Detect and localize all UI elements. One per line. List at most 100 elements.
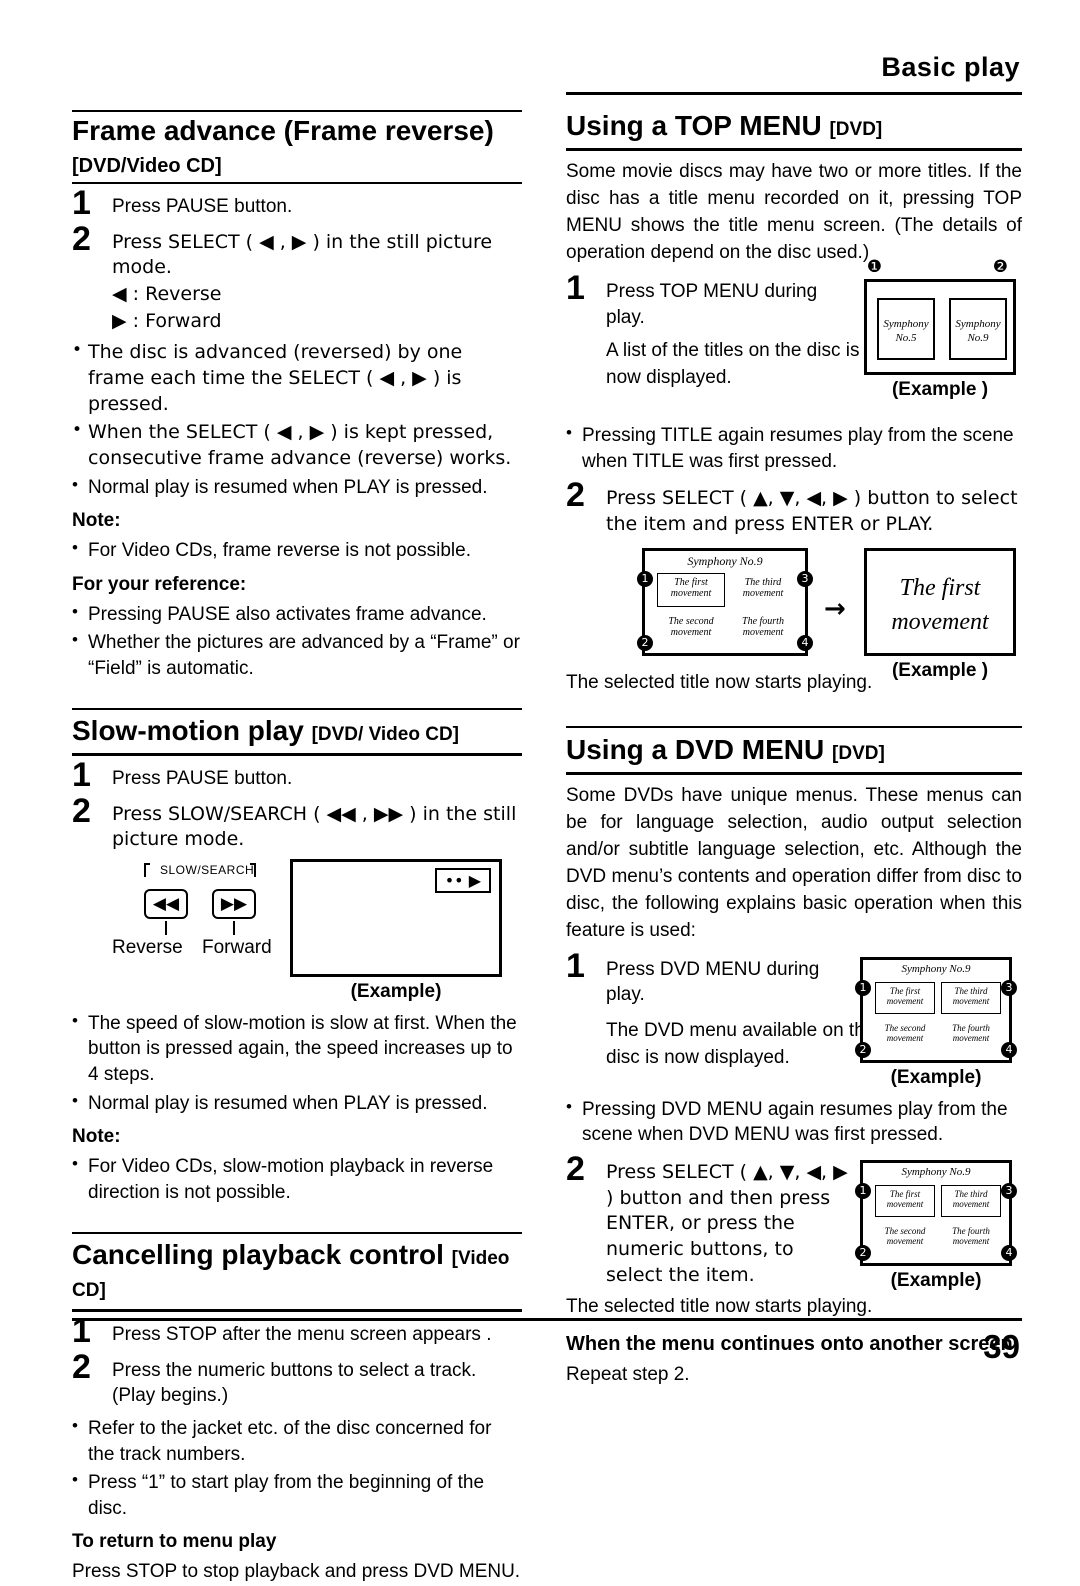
manual-page: Basic play Frame advance (Frame reverse)… — [0, 0, 1080, 1582]
top-menu-rule — [566, 148, 1022, 152]
menu-cell-4[interactable]: The fourth movement — [941, 1223, 1001, 1255]
dvd-menu-intro: Some DVDs have unique menus. These menus… — [566, 785, 1022, 941]
menu-marker-4-icon: 4 — [1001, 1245, 1017, 1262]
step-text: Press SLOW/SEARCH ( ◀◀ , ▶▶ ) in the sti… — [112, 802, 517, 851]
menu-marker-3-icon: 3 — [1001, 1183, 1017, 1200]
dvd-menu-screen2-caption: (Example) — [890, 1270, 982, 1292]
dvd-menu-tag: [DVD] — [832, 742, 885, 764]
top-menu-step-1: 1 Press TOP MENU during play. — [566, 271, 836, 330]
menu-cell-1-line2: movement — [886, 995, 924, 1006]
frame-advance-note-heading: Note: — [72, 510, 121, 532]
slow-motion-rule — [72, 752, 522, 756]
top-menu-step1-block: 1 Press TOP MENU during play. A list of … — [566, 257, 1022, 409]
forward-leader-line — [233, 920, 235, 935]
section-frame-advance: Frame advance (Frame reverse) [DVD/Video… — [72, 110, 522, 682]
dvd-menu-bullets: Pressing DVD MENU again resumes play fro… — [566, 1096, 1022, 1148]
menu-cell-4-line1: The fourth — [952, 1226, 990, 1237]
frame-advance-forward-line: ▶ : Forward — [112, 309, 222, 332]
list-item: Normal play is resumed when PLAY is pres… — [72, 1090, 522, 1117]
cancelling-title-row: Cancelling playback control [Video CD] — [72, 1237, 522, 1307]
result-line1: The first — [899, 574, 981, 601]
top-menu-screen2-caption: (Example ) — [891, 659, 989, 681]
marker-1-icon: ❶ — [866, 257, 882, 278]
menu-cell-3-line2: movement — [952, 1199, 990, 1210]
list-item: Press “1” to start play from the beginni… — [72, 1469, 522, 1521]
menu-cell-3[interactable]: The third movement — [941, 1185, 1001, 1218]
dvd-menu-step1-line1: The DVD menu available on the — [606, 1020, 876, 1042]
menu-heading: Symphony No.9 — [901, 962, 971, 975]
menu-heading: Symphony No.9 — [901, 1166, 971, 1179]
cancelling-top-rule — [72, 1231, 522, 1234]
frame-advance-reference-heading: For your reference: — [72, 573, 247, 595]
step-text: Press SELECT ( ▲, ▼, ◀, ▶ ) button to se… — [606, 487, 1018, 535]
slow-motion-note-heading: Note: — [72, 1126, 121, 1148]
list-item: Pressing TITLE again resumes play from t… — [566, 422, 1022, 474]
menu-cell-4[interactable]: The fourth movement — [941, 1020, 1001, 1052]
list-item: Pressing DVD MENU again resumes play fro… — [566, 1096, 1022, 1148]
frame-advance-rule — [72, 182, 522, 185]
step-number: 1 — [72, 755, 91, 794]
slow-search-bracket-label: SLOW/SEARCH — [160, 862, 255, 877]
frame-advance-top-rule — [72, 110, 522, 112]
menu-marker-4-icon: 4 — [797, 634, 813, 651]
result-line2: movement — [891, 608, 989, 635]
cancelling-bullets: Refer to the jacket etc. of the disc con… — [72, 1415, 522, 1522]
cancelling-step-2: 2 Press the numeric buttons to select a … — [72, 1350, 522, 1384]
title-thumb-1[interactable]: Symphony No.5 — [877, 298, 935, 361]
section-top-menu: Using a TOP MENU [DVD] Some movie discs … — [566, 110, 1022, 696]
list-item: Whether the pictures are advanced by a “… — [72, 629, 522, 681]
menu-cell-3[interactable]: The third movement — [729, 572, 797, 607]
menu-cell-2-line2: movement — [886, 1236, 924, 1247]
top-menu-dvd-menu-screen: Symphony No.9 The first movement The thi… — [637, 547, 813, 656]
menu-marker-2-icon: 2 — [855, 1041, 871, 1058]
step-number: 2 — [566, 1150, 585, 1189]
menu-cell-1[interactable]: The first movement — [875, 1185, 935, 1218]
slow-search-forward-button[interactable]: ▶▶ — [212, 888, 256, 919]
top-menu-screen1-caption: (Example ) — [891, 379, 989, 401]
menu-cell-4[interactable]: The fourth movement — [729, 613, 797, 647]
menu-marker-2-icon: 2 — [855, 1245, 871, 1262]
page-number: 39 — [983, 1328, 1020, 1365]
menu-cell-2-line1: The second — [884, 1226, 926, 1237]
title-thumb-1-line2: No.5 — [895, 332, 917, 345]
slow-motion-top-rule — [72, 707, 522, 710]
top-menu-step2-illustration: Symphony No.9 The first movement The thi… — [566, 547, 1022, 681]
right-column: Using a TOP MENU [DVD] Some movie discs … — [566, 110, 1022, 1388]
forward-label: Forward — [202, 936, 272, 958]
menu-cell-2[interactable]: The second movement — [875, 1223, 935, 1255]
menu-cell-3-line2: movement — [952, 995, 990, 1006]
slow-search-reverse-button[interactable]: ◀◀ — [144, 888, 188, 919]
top-menu-step-2: 2 Press SELECT ( ▲, ▼, ◀, ▶ ) button to … — [566, 478, 1022, 537]
title-thumb-2-line1: Symphony — [955, 318, 1001, 331]
menu-cell-1[interactable]: The first movement — [875, 981, 935, 1014]
dvd-menu-top-rule — [566, 725, 1022, 728]
step-number: 2 — [72, 1347, 91, 1386]
frame-advance-subtitle: [DVD/Video CD] — [72, 155, 222, 178]
menu-cell-3[interactable]: The third movement — [941, 981, 1001, 1014]
step-text: Press PAUSE button. — [112, 196, 293, 218]
frame-advance-note-bullets: For Video CDs, frame reverse is not poss… — [72, 537, 522, 564]
frame-advance-reference-bullets: Pressing PAUSE also activates frame adva… — [72, 601, 522, 682]
menu-cell-2[interactable]: The second movement — [875, 1020, 935, 1052]
list-item: Pressing PAUSE also activates frame adva… — [72, 601, 522, 628]
menu-cell-1[interactable]: The first movement — [657, 572, 725, 607]
dvd-menu-step-2: 2 Press SELECT ( ▲, ▼, ◀, ▶ ) button and… — [566, 1152, 856, 1288]
menu-cell-1-line1: The first — [674, 576, 708, 588]
menu-marker-2-icon: 2 — [637, 634, 653, 651]
slow-motion-step-2: 2 Press SLOW/SEARCH ( ◀◀ , ▶▶ ) in the s… — [72, 794, 522, 853]
slow-motion-title: Slow-motion play — [72, 714, 304, 746]
top-menu-bullets: Pressing TITLE again resumes play from t… — [566, 422, 1022, 474]
dvd-menu-title-row: Using a DVD MENU [DVD] — [566, 731, 1022, 770]
reverse-label: Reverse — [112, 936, 183, 958]
menu-cell-2-line2: movement — [886, 1032, 924, 1043]
frame-advance-bullets: The disc is advanced (reversed) by one f… — [72, 339, 522, 500]
left-column: Frame advance (Frame reverse) [DVD/Video… — [72, 110, 522, 1586]
slow-motion-step-1: 1 Press PAUSE button. — [72, 758, 522, 792]
menu-cell-1-line1: The first — [889, 985, 921, 996]
menu-cell-2[interactable]: The second movement — [657, 613, 725, 647]
step-text: Press SELECT ( ◀ , ▶ ) in the still pict… — [112, 230, 493, 279]
dvd-menu-step1-line2: disc is now displayed. — [606, 1046, 790, 1068]
dvd-menu-step-1: 1 Press DVD MENU during play. — [566, 949, 856, 1008]
title-thumb-2[interactable]: Symphony No.9 — [949, 298, 1007, 361]
reverse-leader-line — [165, 920, 167, 935]
